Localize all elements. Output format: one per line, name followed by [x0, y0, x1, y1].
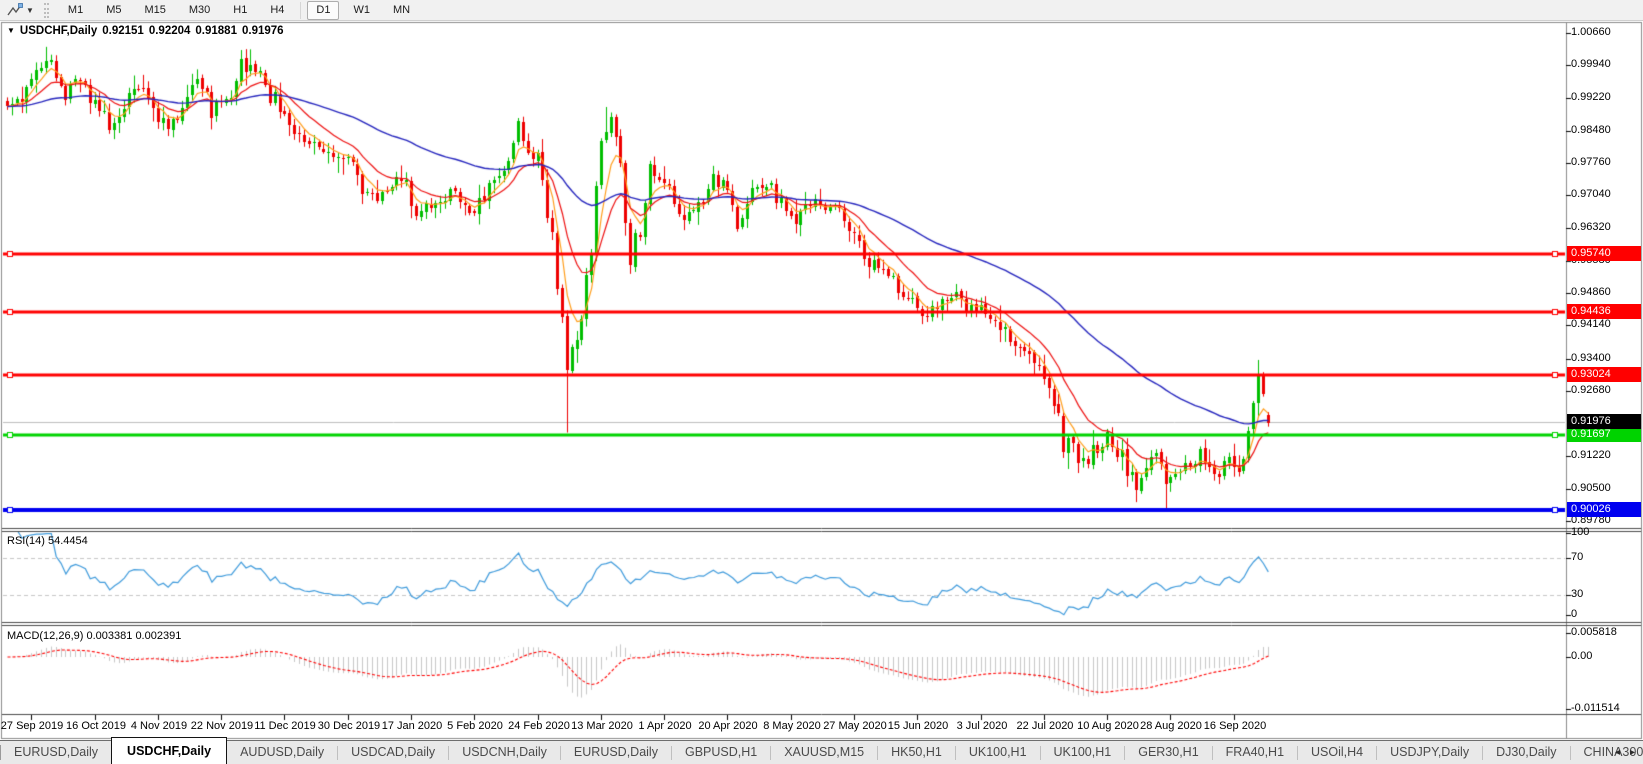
mt4-terminal: ▼ M1 M5 M15 M30 H1 H4 D1 W1 MN ▼ USDCHF,Daily 0.… — [0, 0, 1643, 764]
macd-axis-tick: -0.011514 — [1571, 702, 1620, 714]
price-axis-tick: 0.96320 — [1571, 221, 1611, 233]
tab-uk100,h1[interactable]: UK100,H1 — [956, 741, 1040, 764]
level-price-label: 0.95740 — [1567, 246, 1641, 261]
timeframe-button-m1[interactable]: M1 — [59, 1, 92, 20]
rsi-axis-tick: 30 — [1571, 588, 1584, 600]
price-axis-tick: 0.93400 — [1571, 352, 1611, 364]
timeframe-button-mn[interactable]: MN — [384, 1, 419, 20]
ohlc-low: 0.91881 — [195, 25, 237, 37]
chart-title: ▼ USDCHF,Daily 0.92151 0.92204 0.91881 0… — [7, 25, 284, 37]
price-axis-tick: 0.90500 — [1571, 482, 1611, 494]
symbol-tab-bar: EURUSD,Daily USDCHF,Daily AUDUSD,Daily USDC… — [0, 737, 1643, 764]
rsi-axis-tick: 70 — [1571, 551, 1584, 563]
tab-usdcnh,daily[interactable]: USDCNH,Daily — [449, 741, 560, 764]
tab-active-usdchf,daily[interactable]: USDCHF,Daily — [111, 737, 228, 764]
price-axis-tick: 0.91220 — [1571, 449, 1611, 461]
level-price-label: 0.90026 — [1567, 502, 1641, 517]
price-axis-tick: 0.97760 — [1571, 156, 1611, 168]
price-axis-tick: 0.99940 — [1571, 58, 1611, 70]
timeframe-button-w1[interactable]: W1 — [344, 1, 379, 20]
chart-symbol-label: USDCHF,Daily — [19, 25, 98, 37]
tab-gbpusd,h1[interactable]: GBPUSD,H1 — [672, 741, 770, 764]
toolbar-grip[interactable] — [43, 2, 49, 18]
collapse-triangle-icon[interactable]: ▼ — [7, 26, 15, 35]
tab-audusd,daily[interactable]: AUDUSD,Daily — [227, 741, 337, 764]
rsi-axis-tick: 100 — [1571, 526, 1590, 538]
timeframe-button-m30[interactable]: M30 — [180, 1, 219, 20]
symbol-tabs: EURUSD,Daily USDCHF,Daily AUDUSD,Daily USDC… — [1, 737, 1643, 764]
toolbar-separator — [300, 1, 302, 19]
tab-usoil,h4[interactable]: USOil,H4 — [1298, 741, 1376, 764]
rsi-label: RSI(14) 54.4454 — [7, 535, 88, 547]
ohlc-high: 0.92204 — [148, 25, 191, 37]
price-axis-tick: 0.99220 — [1571, 91, 1611, 103]
date-axis-label: 16 Sep 2020 — [1203, 720, 1267, 732]
macd-label: MACD(12,26,9) 0.003381 0.002391 — [7, 630, 182, 642]
tab-eurusd,daily[interactable]: EURUSD,Daily — [561, 741, 671, 764]
price-axis-tick: 0.94860 — [1571, 286, 1611, 298]
price-chart-canvas[interactable] — [0, 0, 1643, 764]
price-axis-tick: 0.94140 — [1571, 318, 1611, 330]
tab-scroll-right-icon[interactable]: ▸ — [1630, 747, 1635, 759]
tab-uk100,h1[interactable]: UK100,H1 — [1041, 741, 1125, 764]
price-axis-tick: 1.00660 — [1571, 26, 1611, 38]
price-axis-tick: 0.97040 — [1571, 188, 1611, 200]
macd-axis-tick: 0.00 — [1571, 650, 1593, 662]
tab-eurusd,daily[interactable]: EURUSD,Daily — [1, 741, 111, 764]
rsi-axis-tick: 0 — [1571, 608, 1578, 620]
ohlc-open: 0.92151 — [102, 25, 144, 37]
timeframe-button-h4[interactable]: H4 — [261, 1, 293, 20]
timeframe-button-m5[interactable]: M5 — [97, 1, 130, 20]
tab-dj30,daily[interactable]: DJ30,Daily — [1483, 741, 1569, 764]
tab-usdcad,daily[interactable]: USDCAD,Daily — [338, 741, 448, 764]
tab-usdjpy,daily[interactable]: USDJPY,Daily — [1377, 741, 1482, 764]
current-price-label: 0.91976 — [1567, 414, 1641, 429]
price-axis-tick: 0.98480 — [1571, 124, 1611, 136]
tab-hk50,h1[interactable]: HK50,H1 — [878, 741, 955, 764]
tab-ger30,h1[interactable]: GER30,H1 — [1125, 741, 1211, 764]
timeframe-toolbar: ▼ M1 M5 M15 M30 H1 H4 D1 W1 MN — [0, 0, 1643, 21]
draw-tool-icon[interactable] — [4, 2, 24, 19]
tab-xauusd,m15[interactable]: XAUUSD,M15 — [771, 741, 877, 764]
macd-axis-tick: 0.005818 — [1571, 626, 1617, 638]
price-axis-tick: 0.92680 — [1571, 384, 1611, 396]
tab-scroll-left-icon[interactable]: ◂ — [1615, 747, 1620, 759]
timeframe-button-m15[interactable]: M15 — [135, 1, 174, 20]
timeframe-button-h1[interactable]: H1 — [224, 1, 256, 20]
timeframe-button-d1[interactable]: D1 — [307, 0, 340, 20]
ohlc-close: 0.91976 — [241, 25, 284, 37]
tab-fra40,h1[interactable]: FRA40,H1 — [1213, 741, 1297, 764]
chevron-down-icon[interactable]: ▼ — [26, 6, 34, 15]
timeframe-buttons: M1 M5 M15 M30 H1 H4 D1 W1 MN — [59, 0, 424, 21]
level-price-label: 0.91697 — [1567, 427, 1641, 442]
level-price-label: 0.94436 — [1567, 304, 1641, 319]
level-price-label: 0.93024 — [1567, 367, 1641, 382]
